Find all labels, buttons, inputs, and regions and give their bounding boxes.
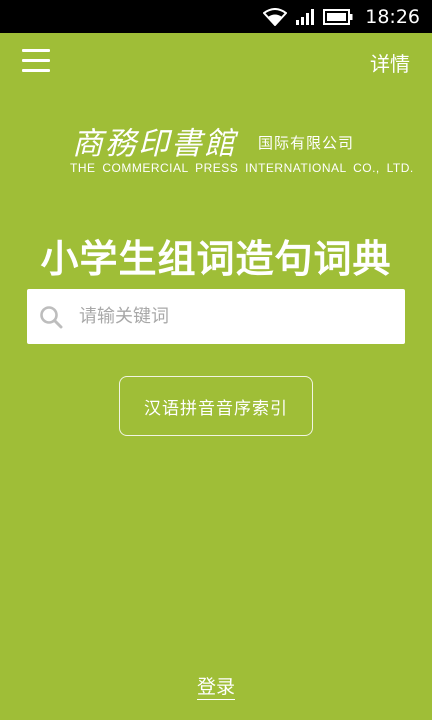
status-icons: 18:26 bbox=[263, 0, 420, 33]
logo-name-en: THE COMMERCIAL PRESS INTERNATIONAL CO., … bbox=[70, 161, 414, 175]
menu-icon-line bbox=[22, 69, 50, 72]
search-icon bbox=[40, 306, 63, 329]
details-button[interactable]: 详情 bbox=[370, 48, 410, 77]
page-title: 小学生组词造句词典 bbox=[40, 236, 392, 281]
status-time: 18:26 bbox=[365, 5, 420, 28]
menu-icon-line bbox=[22, 59, 50, 62]
menu-icon bbox=[22, 49, 50, 52]
app-bar: 详情 bbox=[0, 33, 432, 91]
login-link-container: 登录 bbox=[0, 672, 432, 700]
logo-subtitle-cn: 国际有限公司 bbox=[258, 134, 355, 152]
wifi-icon bbox=[263, 7, 288, 26]
menu-button[interactable] bbox=[22, 47, 52, 75]
login-link[interactable]: 登录 bbox=[196, 676, 235, 700]
signal-icon bbox=[296, 8, 315, 25]
search-input[interactable] bbox=[79, 289, 395, 344]
battery-icon bbox=[323, 8, 353, 25]
logo-name-cn: 商務印書館 bbox=[72, 126, 237, 162]
publisher-logo: 商務印書館 国际有限公司 THE COMMERCIAL PRESS INTERN… bbox=[66, 118, 413, 182]
search-box[interactable] bbox=[27, 289, 405, 344]
pinyin-index-button[interactable]: 汉语拼音音序索引 bbox=[119, 376, 313, 436]
status-bar: 18:26 bbox=[0, 0, 432, 33]
